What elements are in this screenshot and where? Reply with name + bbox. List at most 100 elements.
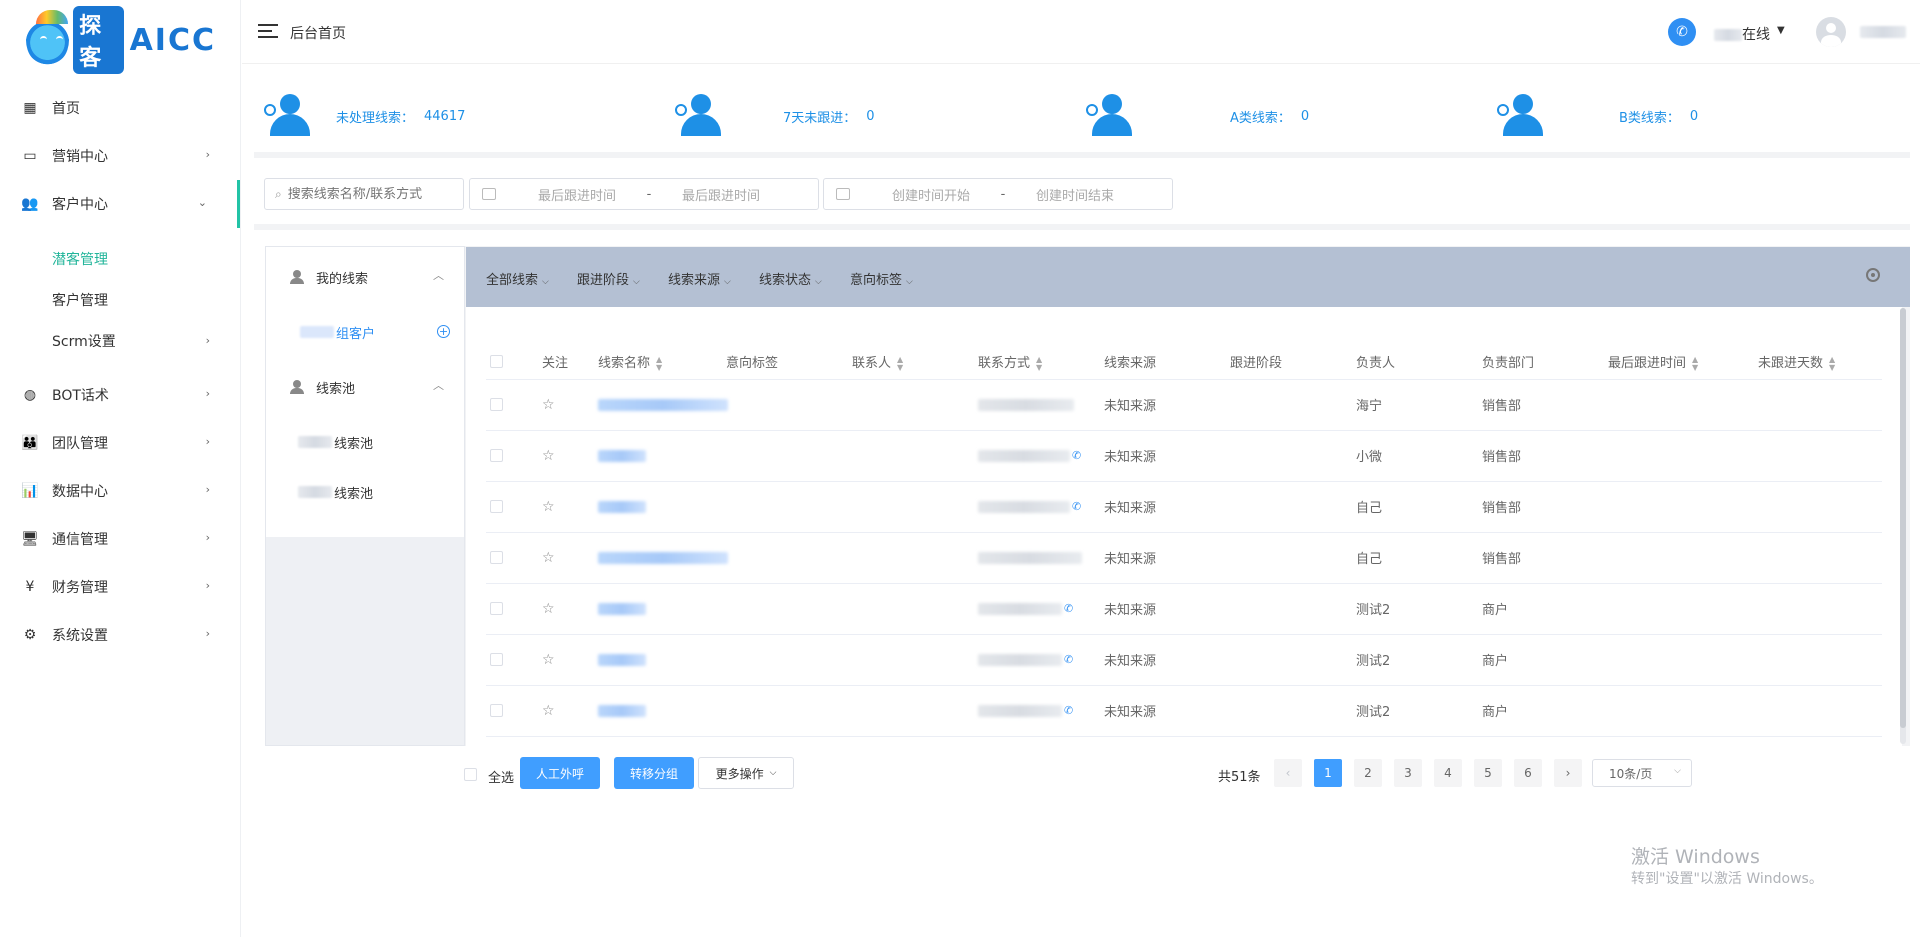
agent-status[interactable]: 在线 bbox=[1714, 24, 1770, 44]
menu-toggle-icon[interactable] bbox=[258, 24, 278, 38]
dropdown-intent-tag[interactable]: 意向标签 ⌵ bbox=[850, 269, 913, 288]
sidebar-item-data[interactable]: 📊 数据中心 › bbox=[0, 467, 240, 515]
tree-group-pool[interactable]: 线索池 ︿ bbox=[266, 357, 464, 417]
dropdown-lead-source[interactable]: 线索来源 ⌵ bbox=[668, 269, 731, 288]
dropdown-all-leads[interactable]: 全部线索 ⌵ bbox=[486, 269, 549, 288]
sort-icon[interactable]: ▲ ▼ bbox=[1829, 355, 1835, 372]
header-checkbox-cell[interactable] bbox=[486, 345, 538, 380]
stat-7days[interactable]: 7天未跟进： 0 bbox=[675, 94, 875, 138]
sidebar-subitem-leads[interactable]: 潜客管理 bbox=[0, 238, 240, 279]
row-checkbox[interactable] bbox=[490, 602, 503, 615]
search-input[interactable] bbox=[287, 186, 448, 202]
phone-icon[interactable]: ✆ bbox=[1072, 500, 1081, 513]
row-checkbox[interactable] bbox=[490, 449, 503, 462]
table-row[interactable]: ☆ ✆ 未知来源 测试2 商户 bbox=[486, 685, 1882, 737]
sidebar-subitem-customers[interactable]: 客户管理 bbox=[0, 279, 240, 320]
scrollbar-thumb[interactable] bbox=[1900, 308, 1906, 728]
star-icon[interactable]: ☆ bbox=[542, 652, 555, 668]
tree-item-pool-a[interactable]: 线索池 bbox=[266, 417, 464, 467]
sort-icon[interactable]: ▲ ▼ bbox=[1036, 355, 1042, 372]
star-icon[interactable]: ☆ bbox=[542, 601, 555, 617]
tree-group-my-leads[interactable]: 我的线索 ︿ bbox=[266, 247, 464, 307]
sidebar-item-team[interactable]: 👪 团队管理 › bbox=[0, 419, 240, 467]
table-scrollbar[interactable] bbox=[1900, 308, 1906, 744]
table-row[interactable]: ☆ 未知来源 自己 销售部 bbox=[486, 532, 1882, 584]
transfer-group-button[interactable]: 转移分组 bbox=[614, 757, 694, 789]
chevron-up-icon[interactable]: ︿ bbox=[433, 377, 444, 393]
follow-end-input[interactable]: 最后跟进时间 bbox=[656, 185, 786, 204]
follow-start-input[interactable]: 最后跟进时间 bbox=[512, 185, 642, 204]
phone-icon[interactable]: ✆ bbox=[1064, 653, 1073, 666]
more-actions-button[interactable]: 更多操作 ⌵ bbox=[698, 757, 794, 789]
star-icon[interactable]: ☆ bbox=[542, 550, 555, 566]
lead-name-blurred[interactable] bbox=[598, 398, 728, 411]
phone-call-icon[interactable]: ✆ bbox=[1668, 18, 1696, 46]
page-button-5[interactable]: 5 bbox=[1474, 759, 1502, 787]
stat-a-leads[interactable]: A类线索： 0 bbox=[1086, 94, 1309, 138]
username-blurred[interactable] bbox=[1860, 26, 1906, 38]
lead-name-blurred[interactable] bbox=[598, 602, 646, 615]
lead-name-blurred[interactable] bbox=[598, 704, 646, 717]
column-header-sortable[interactable]: 未跟进天数 ▲ ▼ bbox=[1754, 345, 1882, 380]
tree-item-group-customers[interactable]: 组客户 + bbox=[266, 307, 464, 357]
tree-item-pool-b[interactable]: 线索池 bbox=[266, 467, 464, 517]
page-button-6[interactable]: 6 bbox=[1514, 759, 1542, 787]
select-all-checkbox[interactable] bbox=[490, 355, 503, 369]
page-button-1[interactable]: 1 bbox=[1314, 759, 1342, 787]
table-row[interactable]: ☆ ✆ 未知来源 小微 销售部 bbox=[486, 430, 1882, 482]
phone-icon[interactable]: ✆ bbox=[1064, 704, 1073, 717]
lead-name-blurred[interactable] bbox=[598, 551, 728, 564]
stat-unprocessed[interactable]: 未处理线索： 44617 bbox=[264, 94, 465, 138]
gear-icon[interactable] bbox=[1866, 268, 1880, 282]
sidebar-item-communication[interactable]: 🖥 通信管理 › bbox=[0, 515, 240, 563]
create-end-input[interactable]: 创建时间结束 bbox=[1010, 185, 1140, 204]
page-size-select[interactable]: 10条/页 ⌵ bbox=[1592, 759, 1692, 787]
page-button-2[interactable]: 2 bbox=[1354, 759, 1382, 787]
logo[interactable]: 探客 AICC bbox=[26, 6, 216, 74]
page-button-3[interactable]: 3 bbox=[1394, 759, 1422, 787]
follow-time-range[interactable]: 最后跟进时间 - 最后跟进时间 bbox=[469, 178, 819, 210]
star-icon[interactable]: ☆ bbox=[542, 499, 555, 515]
caret-down-icon[interactable]: ▼ bbox=[1777, 25, 1785, 36]
sort-icon[interactable]: ▲ ▼ bbox=[1692, 355, 1698, 372]
row-checkbox[interactable] bbox=[490, 653, 503, 666]
sidebar-item-bot[interactable]: ◍ BOT话术 › bbox=[0, 371, 240, 419]
row-checkbox[interactable] bbox=[490, 500, 503, 513]
stat-b-leads[interactable]: B类线索： 0 bbox=[1497, 94, 1698, 138]
dropdown-lead-status[interactable]: 线索状态 ⌵ bbox=[759, 269, 822, 288]
chevron-up-icon[interactable]: ︿ bbox=[433, 267, 444, 283]
star-icon[interactable]: ☆ bbox=[542, 397, 555, 413]
create-time-range[interactable]: 创建时间开始 - 创建时间结束 bbox=[823, 178, 1173, 210]
column-header-sortable[interactable]: 联系人 ▲ ▼ bbox=[848, 345, 974, 380]
phone-icon[interactable]: ✆ bbox=[1072, 449, 1081, 462]
star-icon[interactable]: ☆ bbox=[542, 703, 555, 719]
lead-name-blurred[interactable] bbox=[598, 653, 646, 666]
sidebar-subitem-scrm[interactable]: Scrm设置 › bbox=[0, 320, 240, 361]
column-header-sortable[interactable]: 联系方式 ▲ ▼ bbox=[974, 345, 1100, 380]
breadcrumb[interactable]: 后台首页 bbox=[290, 23, 346, 43]
sidebar-item-home[interactable]: ▦ 首页 bbox=[0, 84, 240, 132]
table-row[interactable]: ☆ ✆ 未知来源 自己 销售部 bbox=[486, 481, 1882, 533]
phone-icon[interactable]: ✆ bbox=[1064, 602, 1073, 615]
create-start-input[interactable]: 创建时间开始 bbox=[866, 185, 996, 204]
sort-icon[interactable]: ▲ ▼ bbox=[897, 355, 903, 372]
row-checkbox[interactable] bbox=[490, 398, 503, 411]
page-button-4[interactable]: 4 bbox=[1434, 759, 1462, 787]
add-circle-icon[interactable]: + bbox=[437, 325, 450, 338]
dropdown-follow-stage[interactable]: 跟进阶段 ⌵ bbox=[577, 269, 640, 288]
prev-page-button[interactable]: ‹ bbox=[1274, 759, 1302, 787]
search-box[interactable]: ⌕ bbox=[264, 178, 464, 210]
sidebar-item-settings[interactable]: ⚙ 系统设置 › bbox=[0, 611, 240, 659]
row-checkbox[interactable] bbox=[490, 704, 503, 717]
column-header-sortable[interactable]: 最后跟进时间 ▲ ▼ bbox=[1604, 345, 1754, 380]
row-checkbox[interactable] bbox=[490, 551, 503, 564]
sort-icon[interactable]: ▲ ▼ bbox=[656, 355, 662, 372]
table-row[interactable]: ☆ 未知来源 海宁 销售部 bbox=[486, 379, 1882, 431]
column-header-sortable[interactable]: 线索名称 ▲ ▼ bbox=[594, 345, 722, 380]
sidebar-item-marketing[interactable]: ▭ 营销中心 › bbox=[0, 132, 240, 180]
table-row[interactable]: ☆ ✆ 未知来源 测试2 商户 bbox=[486, 583, 1882, 635]
lead-name-blurred[interactable] bbox=[598, 449, 646, 462]
manual-call-button[interactable]: 人工外呼 bbox=[520, 757, 600, 789]
table-row[interactable]: ☆ ✆ 未知来源 测试2 商户 bbox=[486, 634, 1882, 686]
select-all-footer-checkbox[interactable] bbox=[464, 768, 477, 781]
